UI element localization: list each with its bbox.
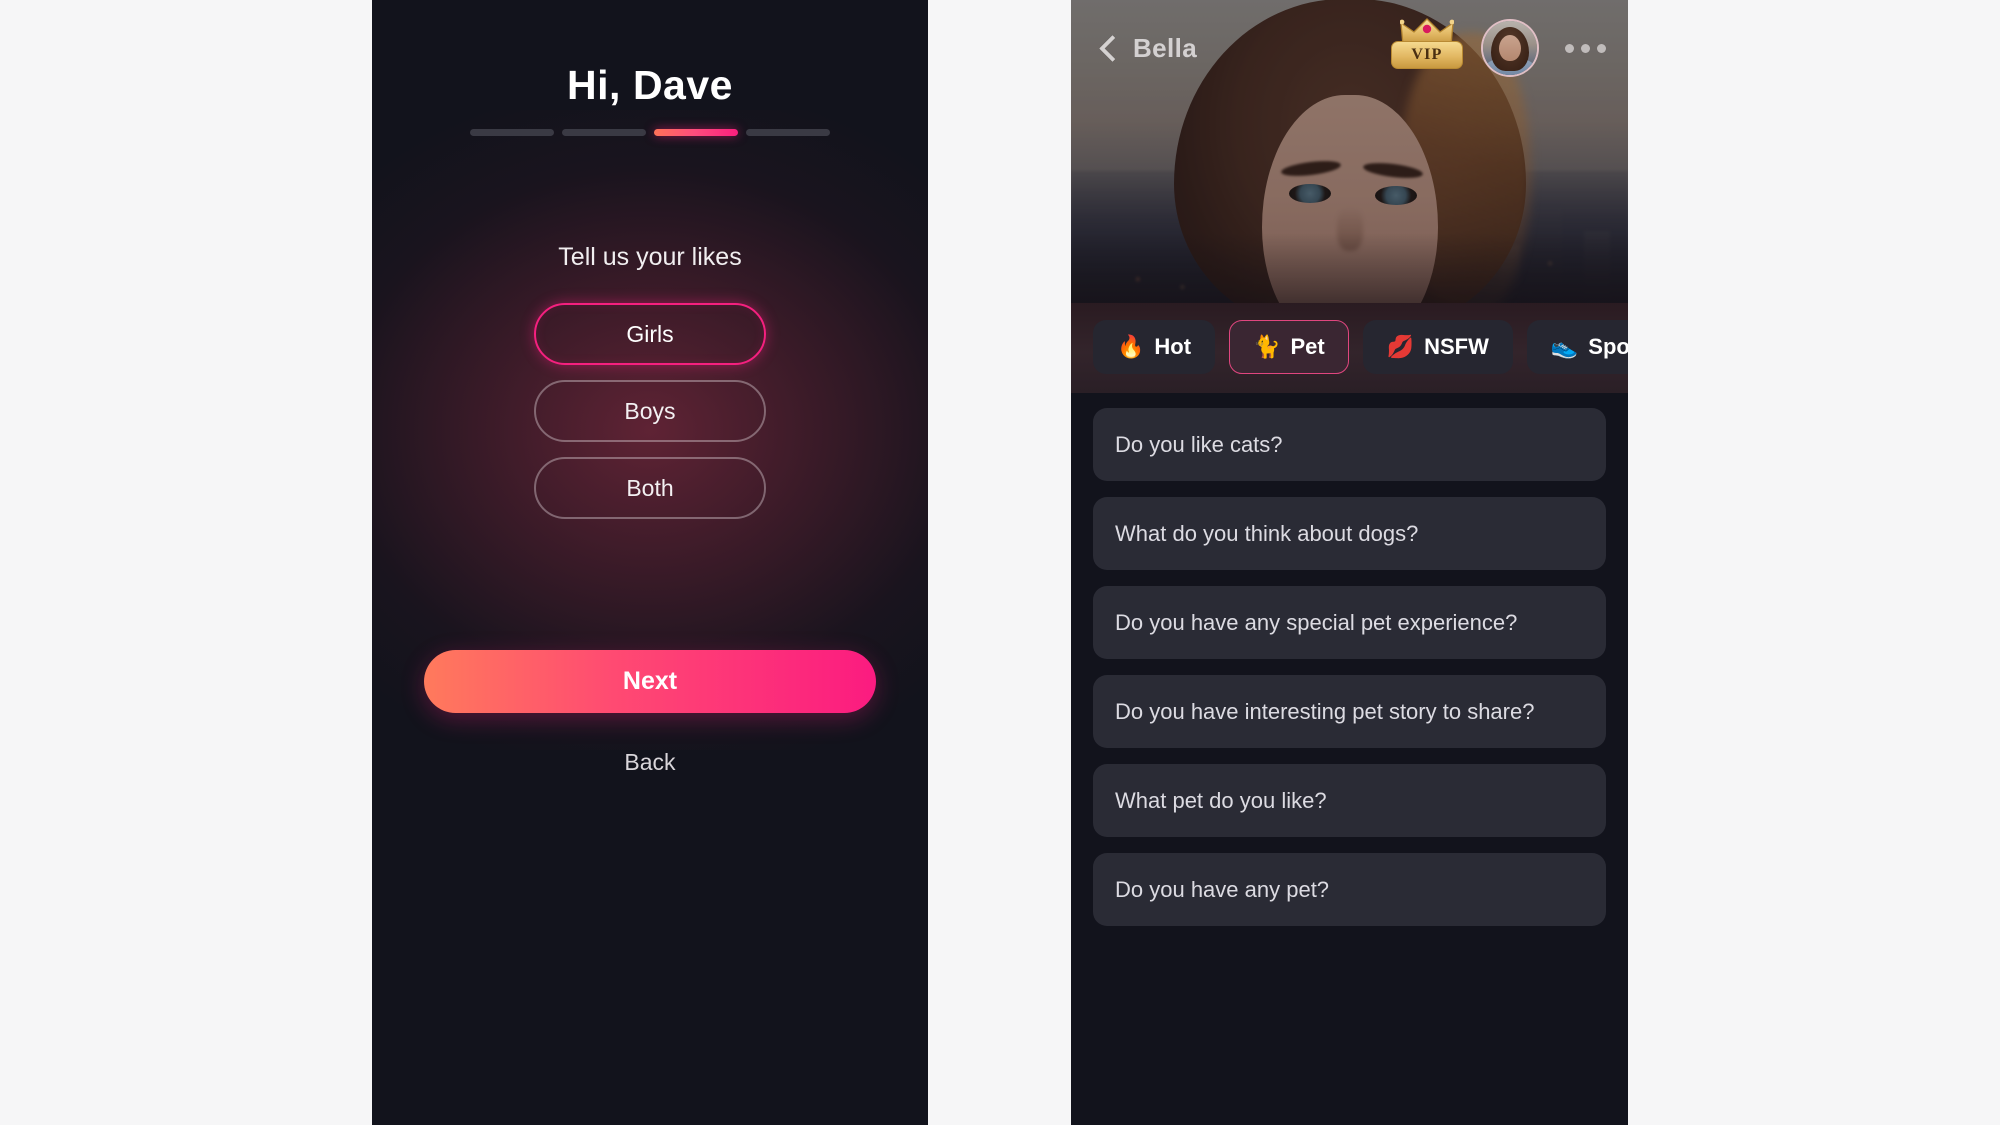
lips-icon: 💋 — [1386, 334, 1415, 359]
vip-label: VIP — [1391, 41, 1463, 69]
option-boys[interactable]: Boys — [534, 380, 766, 442]
chat-topics-panel: Bella VIP 🔥 Hot 🐈 Pet 💋 NSFW 👟 Spo Do yo… — [1071, 0, 1628, 1125]
likes-option-group: Girls Boys Both — [372, 303, 928, 519]
shoe-icon: 👟 — [1550, 334, 1579, 359]
question-item-6[interactable]: Do you have any pet? — [1093, 853, 1606, 926]
avatar-face — [1499, 35, 1521, 61]
user-name: Dave — [632, 62, 733, 108]
topic-tabs-row: 🔥 Hot 🐈 Pet 💋 NSFW 👟 Sports — [1093, 320, 1628, 374]
tab-sports-label: Sports — [1588, 334, 1628, 359]
back-button[interactable]: Back — [372, 749, 928, 776]
question-item-5[interactable]: What pet do you like? — [1093, 764, 1606, 837]
tab-sports[interactable]: 👟 Sports — [1526, 320, 1628, 374]
tab-nsfw-label: NSFW — [1424, 334, 1489, 359]
progress-indicator — [470, 129, 830, 136]
tab-hot[interactable]: 🔥 Hot — [1093, 320, 1216, 374]
more-dot-1 — [1565, 43, 1574, 53]
fire-icon: 🔥 — [1117, 334, 1145, 359]
chevron-left-icon[interactable] — [1093, 33, 1123, 63]
vip-badge[interactable]: VIP — [1385, 17, 1469, 79]
avatar[interactable] — [1481, 19, 1539, 77]
question-item-1[interactable]: Do you like cats? — [1093, 408, 1606, 481]
cat-icon: 🐈 — [1253, 334, 1281, 359]
page-title: Hi, Dave — [372, 62, 928, 109]
tab-nsfw[interactable]: 💋 NSFW — [1362, 320, 1513, 374]
chat-header-bar: Bella VIP — [1071, 0, 1628, 96]
topic-tabs-bar: 🔥 Hot 🐈 Pet 💋 NSFW 👟 Sports — [1071, 303, 1628, 393]
tab-hot-label: Hot — [1154, 334, 1192, 359]
progress-segment-4 — [746, 129, 830, 136]
option-both[interactable]: Both — [534, 457, 766, 519]
tab-pet-label: Pet — [1290, 334, 1325, 359]
question-item-4[interactable]: Do you have interesting pet story to sha… — [1093, 675, 1606, 748]
question-item-3[interactable]: Do you have any special pet experience? — [1093, 586, 1606, 659]
greeting-prefix: Hi, — [567, 62, 621, 108]
question-item-2[interactable]: What do you think about dogs? — [1093, 497, 1606, 570]
option-girls[interactable]: Girls — [534, 303, 766, 365]
hero-banner: Bella VIP — [1071, 0, 1628, 303]
progress-segment-3-active — [654, 129, 738, 136]
progress-segment-1 — [470, 129, 554, 136]
tab-pet[interactable]: 🐈 Pet — [1229, 320, 1349, 374]
next-button[interactable]: Next — [424, 650, 876, 713]
more-dot-2 — [1581, 43, 1590, 53]
likes-prompt-label: Tell us your likes — [558, 243, 742, 271]
more-dot-3 — [1597, 43, 1606, 53]
onboarding-panel: Hi, Dave Tell us your likes Girls Boys Bo… — [372, 0, 928, 1125]
progress-segment-2 — [562, 129, 646, 136]
chat-partner-name: Bella — [1133, 32, 1198, 63]
screenshot-stage: Hi, Dave Tell us your likes Girls Boys Bo… — [0, 0, 2000, 1125]
more-horizontal-icon[interactable] — [1565, 43, 1606, 53]
question-list: Do you like cats? What do you think abou… — [1071, 393, 1628, 926]
